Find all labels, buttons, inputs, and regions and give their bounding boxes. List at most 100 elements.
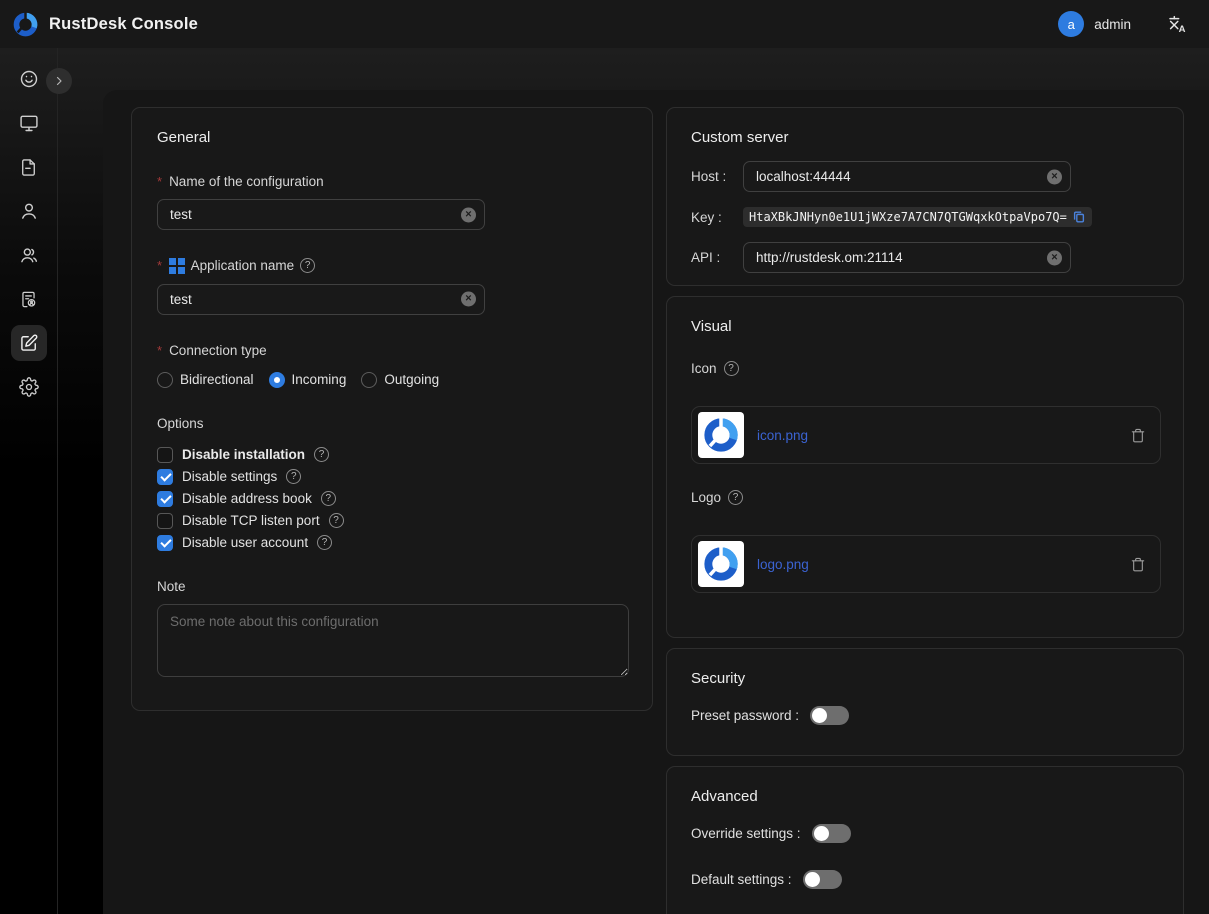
help-icon[interactable] xyxy=(728,490,743,505)
user-avatar[interactable]: a xyxy=(1058,11,1084,37)
key-value-pill[interactable]: HtaXBkJNHyn0e1U1jWXze7A7CN7QTGWqxkOtpaVp… xyxy=(743,207,1092,227)
logo-file-link[interactable]: logo.png xyxy=(757,557,1130,572)
config-name-label: Name of the configuration xyxy=(169,174,324,189)
checkbox-icon[interactable] xyxy=(157,535,173,551)
advanced-card: Advanced Override settings : Default set… xyxy=(666,766,1184,914)
brand[interactable]: RustDesk Console xyxy=(12,11,198,38)
radio-bidirectional[interactable]: Bidirectional xyxy=(157,372,254,388)
api-label: API : xyxy=(691,250,743,265)
radio-icon[interactable] xyxy=(157,372,173,388)
checkbox-icon[interactable] xyxy=(157,447,173,463)
override-settings-toggle[interactable] xyxy=(812,824,851,843)
radio-label: Bidirectional xyxy=(180,372,254,387)
sidebar-expand-button[interactable] xyxy=(46,68,72,94)
radio-icon[interactable] xyxy=(269,372,285,388)
options-label: Options xyxy=(157,416,204,431)
visual-card: Visual Icon icon.png xyxy=(666,296,1184,638)
checkbox-label: Disable address book xyxy=(182,491,312,506)
trash-icon[interactable] xyxy=(1130,556,1146,573)
preset-password-toggle[interactable] xyxy=(810,706,849,725)
help-icon[interactable] xyxy=(329,513,344,528)
help-icon[interactable] xyxy=(317,535,332,550)
gear-icon xyxy=(19,377,39,397)
icon-thumbnail xyxy=(698,412,744,458)
translate-icon[interactable]: A xyxy=(1167,14,1187,34)
username[interactable]: admin xyxy=(1094,17,1131,32)
checkbox-icon[interactable] xyxy=(157,469,173,485)
icon-upload-row: icon.png xyxy=(691,406,1161,464)
user-icon xyxy=(19,201,39,221)
visual-card-title: Visual xyxy=(691,318,1159,335)
checkbox-label: Disable TCP listen port xyxy=(182,513,320,528)
help-icon[interactable] xyxy=(300,258,315,273)
default-settings-label: Default settings : xyxy=(691,872,792,887)
sidebar-item-devices[interactable] xyxy=(11,105,47,141)
connection-type-group: Bidirectional Incoming Outgoing xyxy=(157,372,627,388)
connection-type-label: Connection type xyxy=(169,343,267,358)
rustdesk-logo-icon xyxy=(12,11,39,38)
note-label: Note xyxy=(157,579,186,594)
host-input[interactable] xyxy=(743,161,1071,192)
clear-icon[interactable] xyxy=(1047,169,1062,184)
sidebar-item-documents[interactable] xyxy=(11,149,47,185)
icon-file-link[interactable]: icon.png xyxy=(757,428,1130,443)
preset-password-row: Preset password : xyxy=(691,706,1159,725)
sidebar-item-custom-client[interactable] xyxy=(11,325,47,361)
help-icon[interactable] xyxy=(724,361,739,376)
radio-incoming[interactable]: Incoming xyxy=(269,372,347,388)
override-settings-row: Override settings : xyxy=(691,824,1159,843)
checkbox-label: Disable settings xyxy=(182,469,277,484)
option-disable-user-account[interactable]: Disable user account xyxy=(157,535,627,551)
icon-label: Icon xyxy=(691,361,717,376)
monitor-icon xyxy=(19,113,39,133)
application-name-input[interactable] xyxy=(157,284,485,315)
topbar: RustDesk Console a admin A xyxy=(0,0,1209,48)
general-card-title: General xyxy=(157,129,627,146)
option-disable-settings[interactable]: Disable settings xyxy=(157,469,627,485)
default-settings-toggle[interactable] xyxy=(803,870,842,889)
sidebar-item-dashboard[interactable] xyxy=(11,61,47,97)
windows-icon xyxy=(169,258,185,274)
sidebar-item-groups[interactable] xyxy=(11,237,47,273)
option-disable-installation[interactable]: Disable installation xyxy=(157,447,627,463)
checkbox-label: Disable installation xyxy=(182,447,305,462)
help-icon[interactable] xyxy=(321,491,336,506)
clear-icon[interactable] xyxy=(1047,250,1062,265)
custom-server-title: Custom server xyxy=(691,129,1159,146)
general-card: General Name of the configuration Applic… xyxy=(131,107,653,711)
required-asterisk xyxy=(157,343,163,358)
radio-icon[interactable] xyxy=(361,372,377,388)
sidebar-item-audit[interactable] xyxy=(11,281,47,317)
checkbox-icon[interactable] xyxy=(157,491,173,507)
option-disable-address-book[interactable]: Disable address book xyxy=(157,491,627,507)
copy-icon[interactable] xyxy=(1072,210,1086,224)
clear-icon[interactable] xyxy=(461,207,476,222)
help-icon[interactable] xyxy=(314,447,329,462)
logo-thumbnail xyxy=(698,541,744,587)
main-panel: General Name of the configuration Applic… xyxy=(103,90,1209,914)
sidebar xyxy=(0,48,58,914)
clear-icon[interactable] xyxy=(461,292,476,307)
key-label: Key : xyxy=(691,210,743,225)
required-asterisk xyxy=(157,174,163,189)
sidebar-item-users[interactable] xyxy=(11,193,47,229)
advanced-card-title: Advanced xyxy=(691,788,1159,805)
config-name-input[interactable] xyxy=(157,199,485,230)
note-textarea[interactable] xyxy=(157,604,629,677)
radio-outgoing[interactable]: Outgoing xyxy=(361,372,439,388)
option-disable-tcp-listen-port[interactable]: Disable TCP listen port xyxy=(157,513,627,529)
help-icon[interactable] xyxy=(286,469,301,484)
sidebar-item-settings[interactable] xyxy=(11,369,47,405)
right-column: Custom server Host : Key : HtaXBkJNHyn0e… xyxy=(666,107,1184,914)
radio-label: Outgoing xyxy=(384,372,439,387)
svg-text:A: A xyxy=(1179,24,1186,34)
trash-icon[interactable] xyxy=(1130,427,1146,444)
document-icon xyxy=(19,158,38,177)
logo-label: Logo xyxy=(691,490,721,505)
checkbox-icon[interactable] xyxy=(157,513,173,529)
api-input[interactable] xyxy=(743,242,1071,273)
security-card-title: Security xyxy=(691,670,1159,687)
preset-password-label: Preset password : xyxy=(691,708,799,723)
chevron-right-icon xyxy=(53,75,65,87)
key-value: HtaXBkJNHyn0e1U1jWXze7A7CN7QTGWqxkOtpaVp… xyxy=(749,210,1067,224)
